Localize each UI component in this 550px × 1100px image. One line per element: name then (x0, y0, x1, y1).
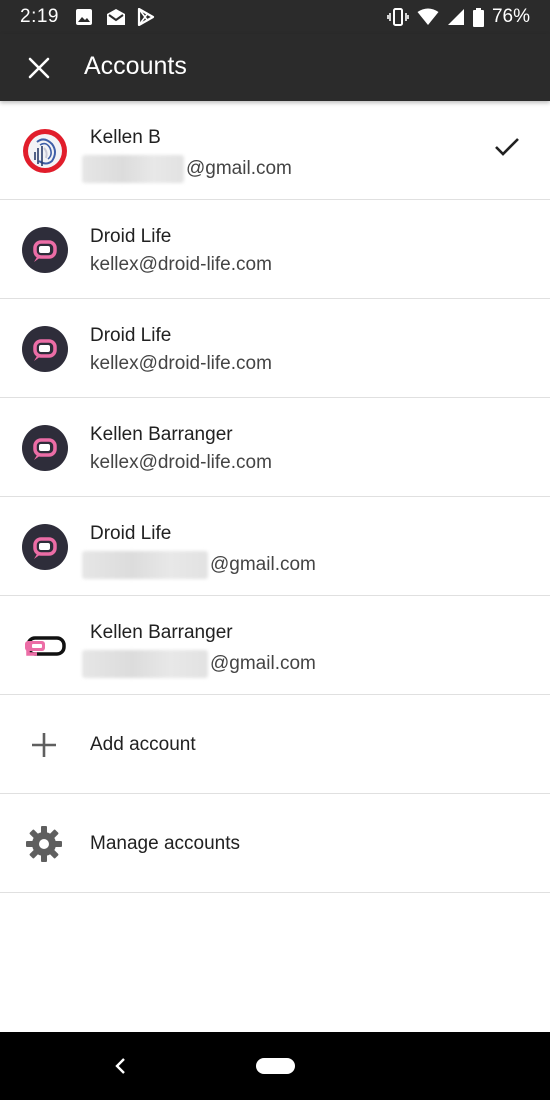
account-email: kellex@droid-life.com (90, 254, 272, 275)
home-button[interactable] (256, 1058, 295, 1074)
manage-accounts-button[interactable]: Manage accounts (0, 794, 550, 893)
account-email: kellex@droid-life.com (90, 353, 272, 374)
play-store-icon (137, 7, 155, 27)
account-list: Kellen B @gmail.com Droid Life kellex@dr… (0, 101, 550, 893)
navigation-bar (0, 1032, 550, 1100)
account-row[interactable]: Kellen Barranger @gmail.com (0, 596, 550, 695)
battery-percentage: 76% (491, 6, 530, 27)
vibrate-icon (387, 7, 409, 27)
system-status-icons: 76% (387, 6, 530, 28)
account-name: Droid Life (90, 226, 172, 247)
app-bar: Accounts (0, 34, 550, 101)
account-email-domain: @gmail.com (186, 158, 292, 179)
account-name: Droid Life (90, 325, 172, 346)
redacted-email-blur (82, 155, 184, 183)
droid-life-avatar-icon (22, 425, 68, 471)
account-email: kellex@droid-life.com (90, 452, 272, 473)
signal-icon (447, 8, 465, 26)
page-title: Accounts (84, 52, 187, 80)
plus-icon (24, 725, 64, 765)
account-email: @gmail.com (82, 650, 316, 678)
droid-life-avatar-icon (22, 227, 68, 273)
account-row[interactable]: Droid Life kellex@droid-life.com (0, 299, 550, 398)
battery-icon (472, 7, 484, 27)
mail-icon (106, 8, 125, 26)
account-row[interactable]: Kellen B @gmail.com (0, 101, 550, 200)
back-icon (115, 1058, 125, 1074)
redacted-email-blur (82, 650, 208, 678)
account-email-domain: @gmail.com (210, 554, 316, 575)
account-name: Kellen Barranger (90, 424, 233, 445)
droid-life-avatar-icon (22, 326, 68, 372)
back-button[interactable] (108, 1052, 132, 1080)
redacted-email-blur (82, 551, 208, 579)
account-row[interactable]: Droid Life @gmail.com (0, 497, 550, 596)
manage-accounts-label: Manage accounts (90, 833, 240, 854)
account-email: @gmail.com (82, 155, 292, 183)
droid-life-logo-icon (25, 636, 66, 656)
account-email: @gmail.com (82, 551, 316, 579)
droid-life-avatar-icon (22, 524, 68, 570)
gear-icon (24, 824, 64, 864)
account-row[interactable]: Droid Life kellex@droid-life.com (0, 200, 550, 299)
image-icon (75, 8, 93, 26)
close-button[interactable] (18, 47, 60, 89)
add-account-button[interactable]: Add account (0, 695, 550, 794)
account-name: Droid Life (90, 523, 172, 544)
status-bar: 2:19 76% (0, 0, 550, 34)
account-email-domain: @gmail.com (210, 653, 316, 674)
red-avatar-icon (23, 129, 67, 173)
check-icon (495, 138, 519, 156)
add-account-label: Add account (90, 734, 196, 755)
wifi-icon (417, 8, 439, 26)
status-time: 2:19 (20, 6, 59, 27)
account-name: Kellen B (90, 127, 161, 148)
account-row[interactable]: Kellen Barranger kellex@droid-life.com (0, 398, 550, 497)
close-icon (28, 57, 50, 79)
account-name: Kellen Barranger (90, 622, 233, 643)
